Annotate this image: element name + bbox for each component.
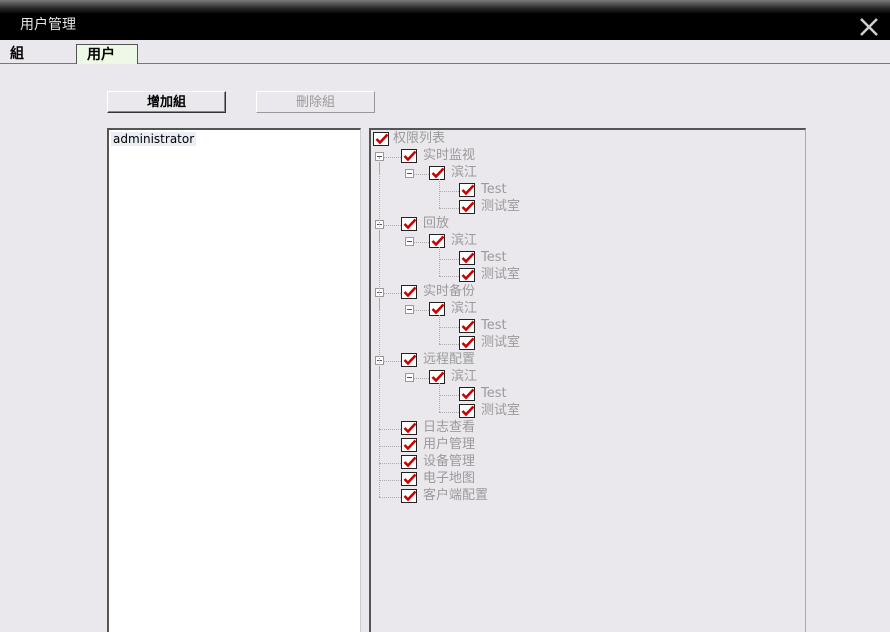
permission-tree[interactable]: 权限列表 实时监视 滨江 Test 测试室 回放 滨江 Test 测试室 实时备份 滨江 Test 测试… [369, 128, 806, 632]
tree-label-permission: 设备管理 [423, 454, 476, 469]
checkbox-section[interactable] [401, 353, 417, 367]
tree-label-section: 回放 [423, 216, 450, 231]
window-title: 用户管理 [20, 17, 76, 33]
checkbox-permission[interactable] [401, 472, 417, 486]
checkbox-section[interactable] [401, 285, 417, 299]
tree-connector [379, 157, 380, 497]
tree-connector [379, 463, 401, 464]
close-icon[interactable] [858, 16, 880, 38]
tree-connector [439, 191, 459, 192]
tree-connector [439, 276, 459, 277]
tab-user[interactable]: 用户 [76, 44, 138, 64]
checkbox-section[interactable] [401, 217, 417, 231]
tree-label-permission: 用户管理 [423, 437, 476, 452]
tree-label-permission: 日志查看 [423, 420, 476, 435]
tree-connector [384, 157, 401, 158]
group-list[interactable]: administrator [107, 128, 361, 632]
checkbox-camera[interactable] [459, 387, 475, 401]
tree-connector [379, 497, 401, 498]
tree-label-location: 滨江 [451, 233, 478, 248]
checkbox-camera[interactable] [459, 268, 475, 282]
checkbox-location[interactable] [429, 302, 445, 316]
tree-connector [384, 225, 401, 226]
checkbox-camera[interactable] [459, 319, 475, 333]
tree-connector [379, 480, 401, 481]
tree-connector [414, 242, 429, 243]
tree-connector [439, 179, 440, 208]
tree-label-location: 滨江 [451, 165, 478, 180]
tree-label-camera: 测试室 [481, 199, 521, 214]
tree-connector [384, 293, 401, 294]
title-bar: 用户管理 [0, 0, 890, 40]
add-group-button[interactable]: 增加組 [107, 91, 226, 113]
checkbox-permission[interactable] [401, 489, 417, 503]
tree-label-camera: Test [481, 318, 507, 333]
tree-connector [414, 174, 429, 175]
tree-label-section: 实时备份 [423, 284, 476, 299]
tree-label-camera: Test [481, 386, 507, 401]
checkbox-location[interactable] [429, 370, 445, 384]
collapse-icon[interactable] [405, 169, 414, 178]
checkbox-camera[interactable] [459, 251, 475, 265]
collapse-icon[interactable] [405, 237, 414, 246]
tree-connector [414, 378, 429, 379]
tree-label-camera: 测试室 [481, 267, 521, 282]
group-list-item[interactable]: administrator [111, 132, 197, 146]
checkbox-permission[interactable] [401, 421, 417, 435]
tree-connector [379, 429, 401, 430]
checkbox-location[interactable] [429, 166, 445, 180]
checkbox-location[interactable] [429, 234, 445, 248]
collapse-icon[interactable] [405, 305, 414, 314]
tree-connector [439, 259, 459, 260]
tree-connector [379, 446, 401, 447]
checkbox-camera[interactable] [459, 404, 475, 418]
tree-connector [439, 395, 459, 396]
tree-connector [439, 247, 440, 276]
checkbox-camera[interactable] [459, 183, 475, 197]
tree-connector [384, 361, 401, 362]
tree-label-location: 滨江 [451, 369, 478, 384]
tree-label-camera: 测试室 [481, 335, 521, 350]
tree-connector [414, 310, 429, 311]
tree-connector [439, 315, 440, 344]
checkbox-root[interactable] [373, 132, 389, 146]
tree-connector [439, 344, 459, 345]
checkbox-permission[interactable] [401, 455, 417, 469]
tree-label-section: 实时监视 [423, 148, 476, 163]
tree-label-camera: Test [481, 250, 507, 265]
tab-group[interactable]: 組 [10, 44, 65, 64]
tree-label-camera: 测试室 [481, 403, 521, 418]
tree-connector [439, 208, 459, 209]
checkbox-camera[interactable] [459, 200, 475, 214]
collapse-icon[interactable] [405, 373, 414, 382]
tree-label-location: 滨江 [451, 301, 478, 316]
delete-group-button[interactable]: 刪除組 [256, 91, 375, 113]
checkbox-camera[interactable] [459, 336, 475, 350]
checkbox-section[interactable] [401, 149, 417, 163]
tree-connector [439, 383, 440, 412]
tree-label-permission: 电子地图 [423, 471, 476, 486]
tree-connector [439, 412, 459, 413]
checkbox-permission[interactable] [401, 438, 417, 452]
tree-label-section: 远程配置 [423, 352, 476, 367]
tree-label-root: 权限列表 [393, 131, 446, 146]
tree-connector [439, 327, 459, 328]
tree-label-camera: Test [481, 182, 507, 197]
tree-label-permission: 客户端配置 [423, 488, 489, 503]
